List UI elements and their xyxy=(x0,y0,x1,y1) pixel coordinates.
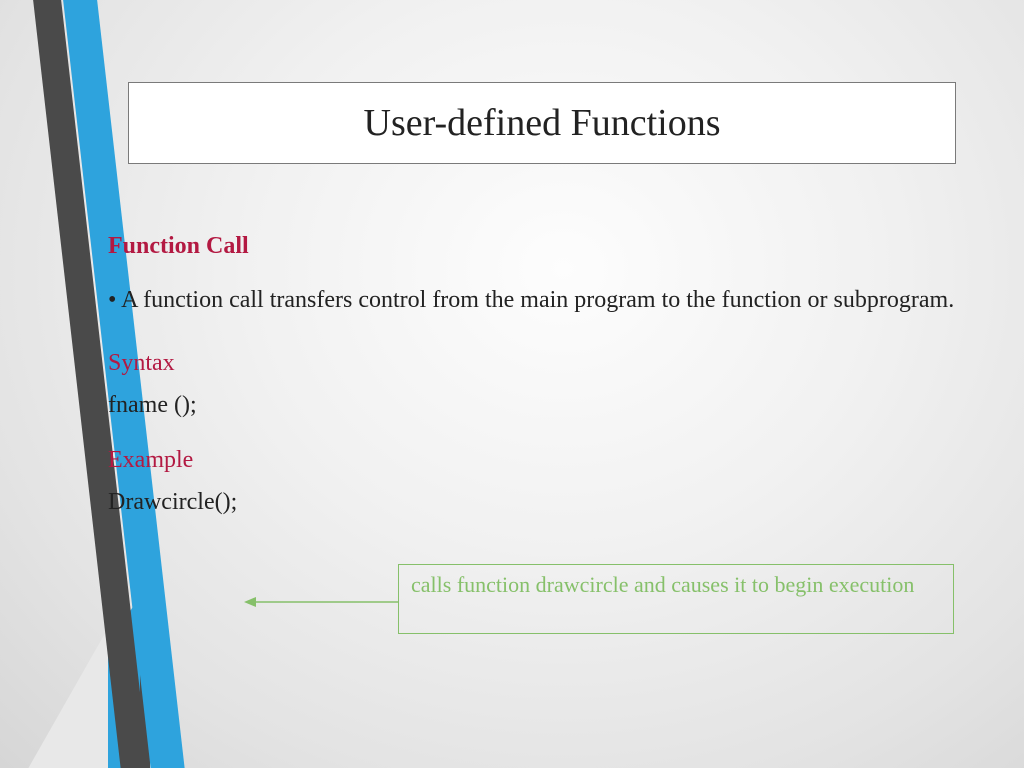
slide-title: User-defined Functions xyxy=(364,101,721,145)
callout-text: calls function drawcircle and causes it … xyxy=(411,572,914,597)
syntax-code: fname (); xyxy=(108,389,968,421)
syntax-heading: Syntax xyxy=(108,347,968,379)
slide-body: Function Call • A function call transfer… xyxy=(108,230,968,540)
facet-wedge-light xyxy=(0,628,108,768)
example-code: Drawcircle(); xyxy=(108,486,968,518)
example-heading: Example xyxy=(108,444,968,476)
callout-arrow xyxy=(244,592,404,612)
callout-box: calls function drawcircle and causes it … xyxy=(398,564,954,634)
bullet-line: • A function call transfers control from… xyxy=(108,287,954,313)
slide-title-box: User-defined Functions xyxy=(128,82,956,164)
slide: User-defined Functions Function Call • A… xyxy=(0,0,1024,768)
section-heading: Function Call xyxy=(108,230,968,262)
bullet-text: • A function call transfers control from… xyxy=(108,284,968,316)
